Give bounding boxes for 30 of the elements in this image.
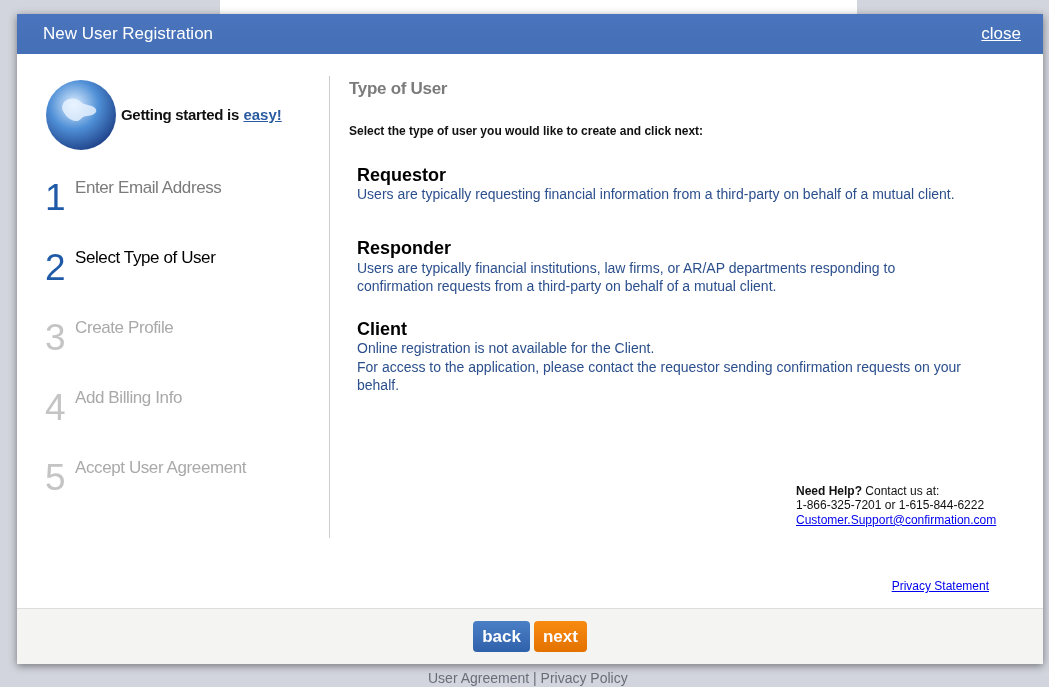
step-label: Create Profile xyxy=(75,317,174,339)
step-number: 5 xyxy=(45,459,67,496)
phone-numbers: 1-866-325-7201 or 1-615-844-6222 xyxy=(796,498,986,513)
close-link[interactable]: close xyxy=(981,21,1021,47)
page-footer-links: User Agreement | Privacy Policy xyxy=(428,669,628,687)
step-label: Select Type of User xyxy=(75,247,216,269)
section-heading: Type of User xyxy=(349,78,449,100)
step-number: 4 xyxy=(45,389,67,426)
user-type-description: Users are typically requesting financial information from a third-party on behalf of a mutual client. xyxy=(357,185,956,204)
user-type-description: Online registration is not available for the Client. xyxy=(357,339,656,358)
back-button[interactable]: back xyxy=(473,620,530,653)
step-number: 2 xyxy=(45,249,67,286)
easy-link[interactable]: easy! xyxy=(243,106,282,123)
tagline: Getting started is xyxy=(121,106,239,123)
user-type-name: Client xyxy=(357,319,408,340)
step-number: 3 xyxy=(45,319,67,356)
step-label: Accept User Agreement xyxy=(75,457,247,479)
user-type-name: Requestor xyxy=(357,165,447,186)
user-type-name: Responder xyxy=(357,239,453,260)
user-type-description: Users are typically financial institutions, law firms, or AR/AP departments responding to confirmation requests from a third-party on behalf of a mutual client. xyxy=(357,259,897,296)
step-label: Enter Email Address xyxy=(75,177,222,199)
email-link[interactable]: Customer.Support@confirmation.com xyxy=(796,512,997,527)
user-type-description: For access to the application, please contact the requestor sending confirmation requests on your behalf. xyxy=(357,357,962,394)
step-label: Add Billing Info xyxy=(75,387,182,409)
help-text: Need Help? Contact us at: xyxy=(796,484,941,499)
instruction-text: Select the type of user you would like to create and click next: xyxy=(349,122,705,140)
privacy-link[interactable]: Privacy Statement xyxy=(891,577,989,596)
dialog-title: New User Registration xyxy=(43,23,214,46)
step-number: 1 xyxy=(45,179,67,216)
globe-icon xyxy=(45,79,117,151)
